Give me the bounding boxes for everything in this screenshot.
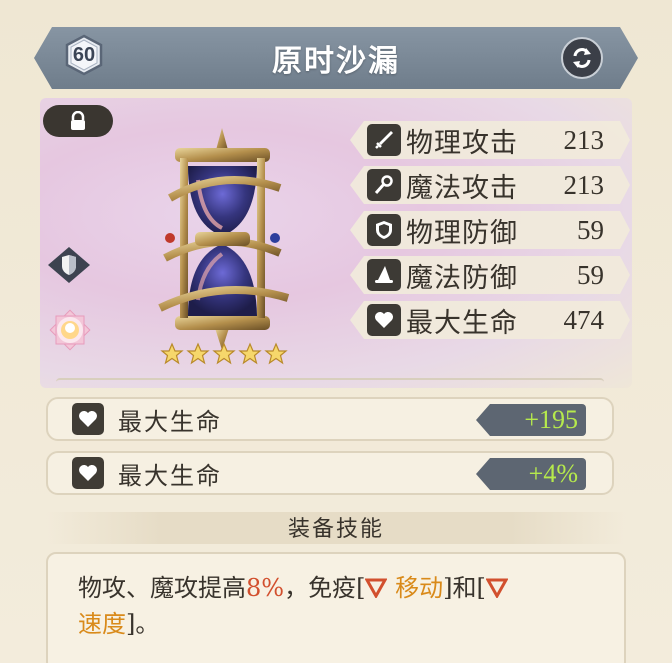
heart-icon	[72, 457, 104, 489]
art-divider	[56, 378, 604, 386]
star-icon	[264, 342, 288, 365]
skill-text-c: ]和[	[443, 574, 486, 602]
star-icon	[186, 342, 210, 365]
title-bar: 原时沙漏	[34, 27, 638, 89]
skill-effect-speed[interactable]: 速度	[78, 610, 126, 638]
refresh-icon	[573, 48, 591, 68]
stat-value: 213	[563, 124, 604, 155]
skill-pct: 8%	[246, 574, 285, 602]
stat-label: 物理防御	[406, 217, 518, 249]
star-icon	[160, 342, 184, 365]
star-rating	[160, 342, 288, 366]
stat-physical-defense: 物理防御 59	[350, 211, 630, 249]
bonus-label: 最大生命	[118, 461, 222, 490]
hourglass-item-image	[158, 128, 290, 350]
stat-magic-attack: 魔法攻击 213	[350, 166, 630, 204]
bonus-value: +4%	[476, 458, 586, 490]
stat-value: 474	[563, 304, 604, 335]
wand-icon	[367, 169, 401, 201]
skill-description: 物攻、魔攻提高8%，免疫[ 移动]和[ 速度]。	[46, 552, 626, 663]
skill-title: 装备技能	[287, 517, 384, 542]
stat-label: 物理攻击	[406, 127, 518, 159]
lock-button[interactable]	[43, 105, 113, 137]
level-value: 60	[72, 43, 96, 66]
skill-header: 装备技能	[46, 508, 626, 546]
stat-label: 最大生命	[406, 307, 518, 339]
stat-value: 213	[563, 169, 604, 200]
skill-text-b: ，免疫[	[284, 574, 366, 602]
stat-value: 59	[577, 214, 604, 245]
stat-value: 59	[577, 259, 604, 290]
debuff-triangle-icon	[485, 578, 508, 598]
star-icon	[212, 342, 236, 365]
bonus-row: 最大生命 +4%	[46, 451, 614, 495]
bonus-row: 最大生命 +195	[46, 397, 614, 441]
equipment-type-shield-icon	[48, 247, 90, 283]
heart-icon	[367, 304, 401, 336]
heart-icon	[72, 403, 104, 435]
debuff-triangle-icon	[365, 578, 388, 598]
stat-label: 魔法攻击	[406, 172, 518, 204]
stat-magic-defense: 魔法防御 59	[350, 256, 630, 294]
sword-icon	[367, 124, 401, 156]
item-title: 原时沙漏	[272, 44, 400, 79]
stat-max-hp: 最大生命 474	[350, 301, 630, 339]
bonus-label: 最大生命	[118, 407, 222, 436]
stat-physical-attack: 物理攻击 213	[350, 121, 630, 159]
refresh-button[interactable]	[561, 37, 603, 79]
shield-icon	[367, 214, 401, 246]
bonus-value: +195	[476, 404, 586, 436]
lock-icon	[71, 111, 85, 130]
skill-text-a: 物攻、魔攻提高	[78, 574, 246, 602]
star-icon	[238, 342, 262, 365]
flower-emblem-icon	[49, 309, 91, 351]
wizard-hat-icon	[367, 259, 401, 291]
stat-label: 魔法防御	[406, 262, 518, 294]
skill-text-d: ]。	[126, 610, 160, 638]
skill-effect-move[interactable]: 移动	[395, 574, 443, 602]
